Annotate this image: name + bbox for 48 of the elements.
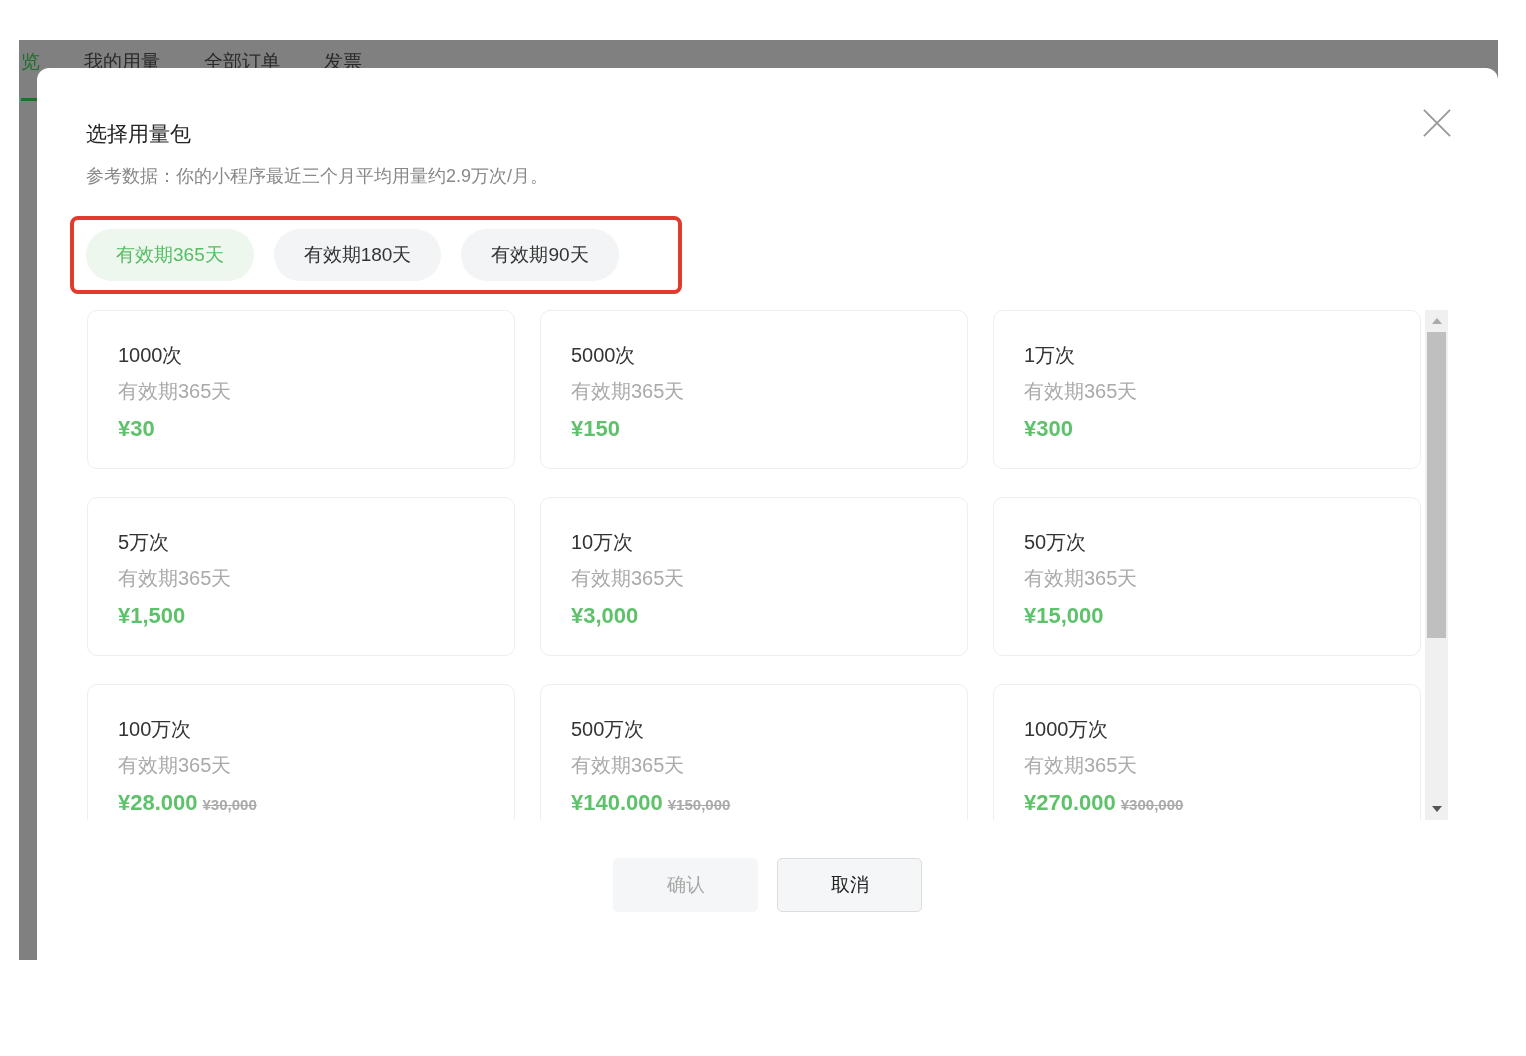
package-card[interactable]: 1000次 有效期365天 ¥30 [87, 310, 515, 469]
package-count: 100万次 [118, 717, 193, 742]
package-validity: 有效期365天 [118, 379, 233, 404]
package-count: 5万次 [118, 530, 171, 555]
package-card[interactable]: 10万次 有效期365天 ¥3,000 [540, 497, 968, 656]
package-price: ¥3,000 [571, 602, 639, 630]
package-price: ¥300 [1024, 415, 1073, 443]
package-card[interactable]: 5万次 有效期365天 ¥1,500 [87, 497, 515, 656]
package-count: 1000万次 [1024, 717, 1110, 742]
package-validity: 有效期365天 [571, 753, 686, 778]
package-price: ¥1,500 [118, 602, 186, 630]
package-card[interactable]: 100万次 有效期365天 ¥28.000 ¥30,000 [87, 684, 515, 820]
package-price: ¥270.000 [1024, 789, 1116, 817]
package-count: 1万次 [1024, 343, 1077, 368]
package-price: ¥30 [118, 415, 155, 443]
scroll-down-icon[interactable] [1431, 806, 1442, 812]
package-validity: 有效期365天 [1024, 566, 1139, 591]
dialog-title: 选择用量包 [86, 121, 191, 147]
scrollbar[interactable] [1425, 310, 1448, 820]
package-count: 500万次 [571, 717, 646, 742]
original-price: ¥30,000 [202, 795, 257, 815]
package-validity: 有效期365天 [571, 379, 686, 404]
package-price: ¥15,000 [1024, 602, 1104, 630]
package-validity: 有效期365天 [1024, 753, 1139, 778]
package-count: 1000次 [118, 343, 184, 368]
reference-note: 参考数据：你的小程序最近三个月平均用量约2.9万次/月。 [86, 165, 549, 188]
package-validity: 有效期365天 [1024, 379, 1139, 404]
package-price: ¥150 [571, 415, 620, 443]
package-validity: 有效期365天 [571, 566, 686, 591]
package-count: 10万次 [571, 530, 635, 555]
package-card[interactable]: 50万次 有效期365天 ¥15,000 [993, 497, 1421, 656]
package-count: 5000次 [571, 343, 637, 368]
period-tab[interactable]: 有效期90天 [461, 229, 619, 281]
period-tab[interactable]: 有效期180天 [273, 229, 442, 281]
close-icon[interactable] [1423, 109, 1451, 137]
package-price: ¥140.000 [571, 789, 663, 817]
package-count: 50万次 [1024, 530, 1088, 555]
scroll-up-icon[interactable] [1431, 318, 1442, 324]
original-price: ¥150,000 [667, 795, 731, 815]
cancel-button[interactable]: 取消 [777, 858, 922, 912]
package-card[interactable]: 5000次 有效期365天 ¥150 [540, 310, 968, 469]
package-validity: 有效期365天 [118, 753, 233, 778]
package-price: ¥28.000 [118, 789, 198, 817]
package-card[interactable]: 1万次 有效期365天 ¥300 [993, 310, 1421, 469]
original-price: ¥300,000 [1120, 795, 1184, 815]
package-card[interactable]: 500万次 有效期365天 ¥140.000 ¥150,000 [540, 684, 968, 820]
package-card[interactable]: 1000万次 有效期365天 ¥270.000 ¥300,000 [993, 684, 1421, 820]
package-validity: 有效期365天 [118, 566, 233, 591]
